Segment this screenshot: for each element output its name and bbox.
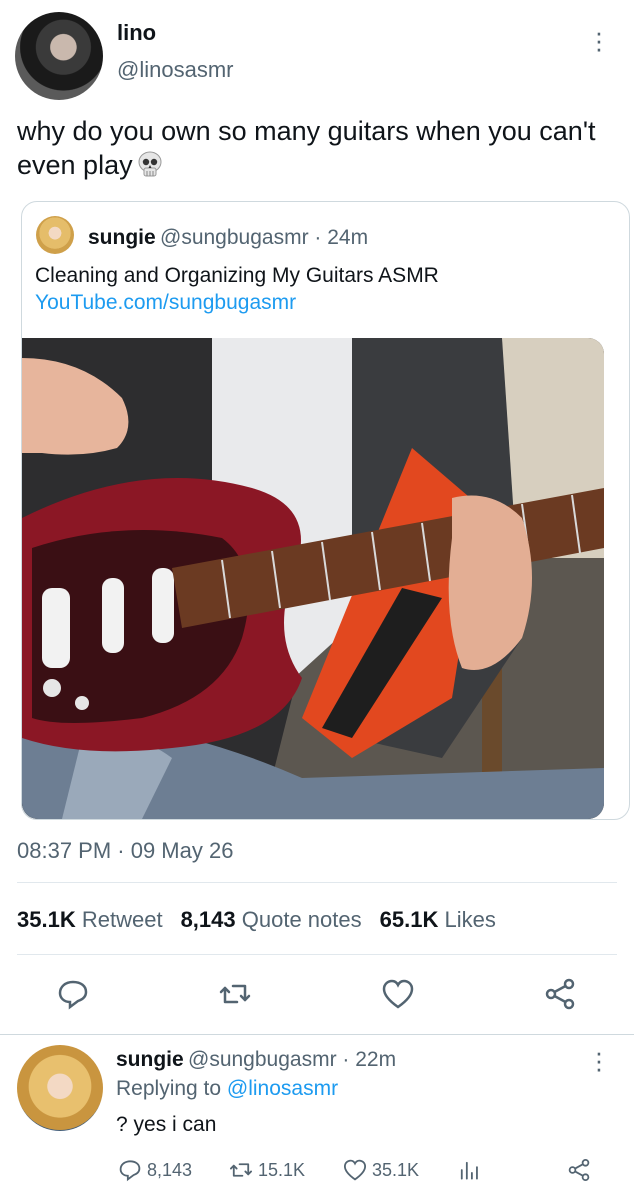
reply-author-name[interactable]: sungie bbox=[116, 1048, 184, 1072]
reply-like-button[interactable]: 35.1K bbox=[342, 1156, 419, 1184]
quote-count[interactable]: 8,143 bbox=[181, 907, 236, 932]
reply-author-avatar[interactable] bbox=[17, 1045, 103, 1131]
reply-icon bbox=[119, 1160, 141, 1182]
reply-analytics-button[interactable] bbox=[456, 1156, 482, 1184]
retweet-icon bbox=[229, 1163, 253, 1177]
share-icon bbox=[568, 1158, 590, 1182]
guitar-photo[interactable] bbox=[22, 338, 604, 819]
quoted-tweet-text: Cleaning and Organizing My Guitars ASMR bbox=[35, 264, 439, 287]
replying-to-line: Replying to @linosasmr bbox=[116, 1077, 338, 1101]
like-icon[interactable] bbox=[380, 976, 416, 1012]
reply-icon[interactable] bbox=[55, 976, 91, 1012]
tweet-text: why do you own so many guitars when you … bbox=[17, 114, 617, 182]
more-options-icon[interactable]: · · · bbox=[594, 19, 604, 61]
reply-reply-button[interactable]: 8,143 bbox=[117, 1156, 192, 1184]
quoted-author-avatar bbox=[36, 216, 74, 254]
reply-more-options-icon[interactable]: · · · bbox=[594, 1039, 604, 1081]
divider bbox=[17, 954, 617, 955]
tweet-stats: 35.1K Retweet 8,143 Quote notes 65.1K Like… bbox=[17, 907, 496, 933]
guitar-photo-illustration bbox=[22, 338, 604, 819]
tweet-body: why do you own so many guitars when you … bbox=[17, 116, 596, 180]
share-icon[interactable] bbox=[542, 976, 578, 1012]
reply-retweet-count: 15.1K bbox=[258, 1159, 306, 1180]
author-avatar[interactable] bbox=[15, 12, 103, 100]
replying-to-prefix: Replying to bbox=[116, 1077, 222, 1100]
like-count[interactable]: 65.1K bbox=[380, 907, 439, 932]
reply-retweet-button[interactable]: 15.1K bbox=[228, 1156, 305, 1184]
analytics-icon bbox=[460, 1161, 478, 1180]
author-name[interactable]: lino bbox=[117, 20, 156, 46]
quote-label[interactable]: Quote notes bbox=[242, 907, 362, 932]
retweet-icon[interactable] bbox=[217, 976, 253, 1012]
skull-emoji-icon bbox=[138, 151, 162, 177]
quoted-author-meta: @sungbugasmr · 24m bbox=[160, 226, 369, 249]
quoted-author-name: sungie bbox=[88, 226, 156, 249]
retweet-count[interactable]: 35.1K bbox=[17, 907, 76, 932]
tweet-separator bbox=[0, 1034, 634, 1035]
reply-like-count: 35.1K bbox=[372, 1159, 420, 1180]
like-label[interactable]: Likes bbox=[444, 907, 495, 932]
reply-author-meta: @sungbugasmr · 22m bbox=[188, 1048, 397, 1071]
like-icon bbox=[343, 1159, 367, 1181]
retweet-label[interactable]: Retweet bbox=[82, 907, 163, 932]
replying-to-mention[interactable]: @linosasmr bbox=[227, 1077, 338, 1100]
divider bbox=[17, 882, 617, 883]
reply-text: ? yes i can bbox=[116, 1113, 217, 1136]
quoted-tweet-link[interactable]: YouTube.com/sungbugasmr bbox=[35, 291, 296, 315]
reply-share-button[interactable] bbox=[566, 1156, 592, 1184]
author-handle[interactable]: @linosasmr bbox=[117, 57, 233, 83]
tweet-timestamp[interactable]: 08:37 PM · 09 May 26 bbox=[17, 838, 233, 864]
reply-reply-count: 8,143 bbox=[147, 1159, 193, 1180]
